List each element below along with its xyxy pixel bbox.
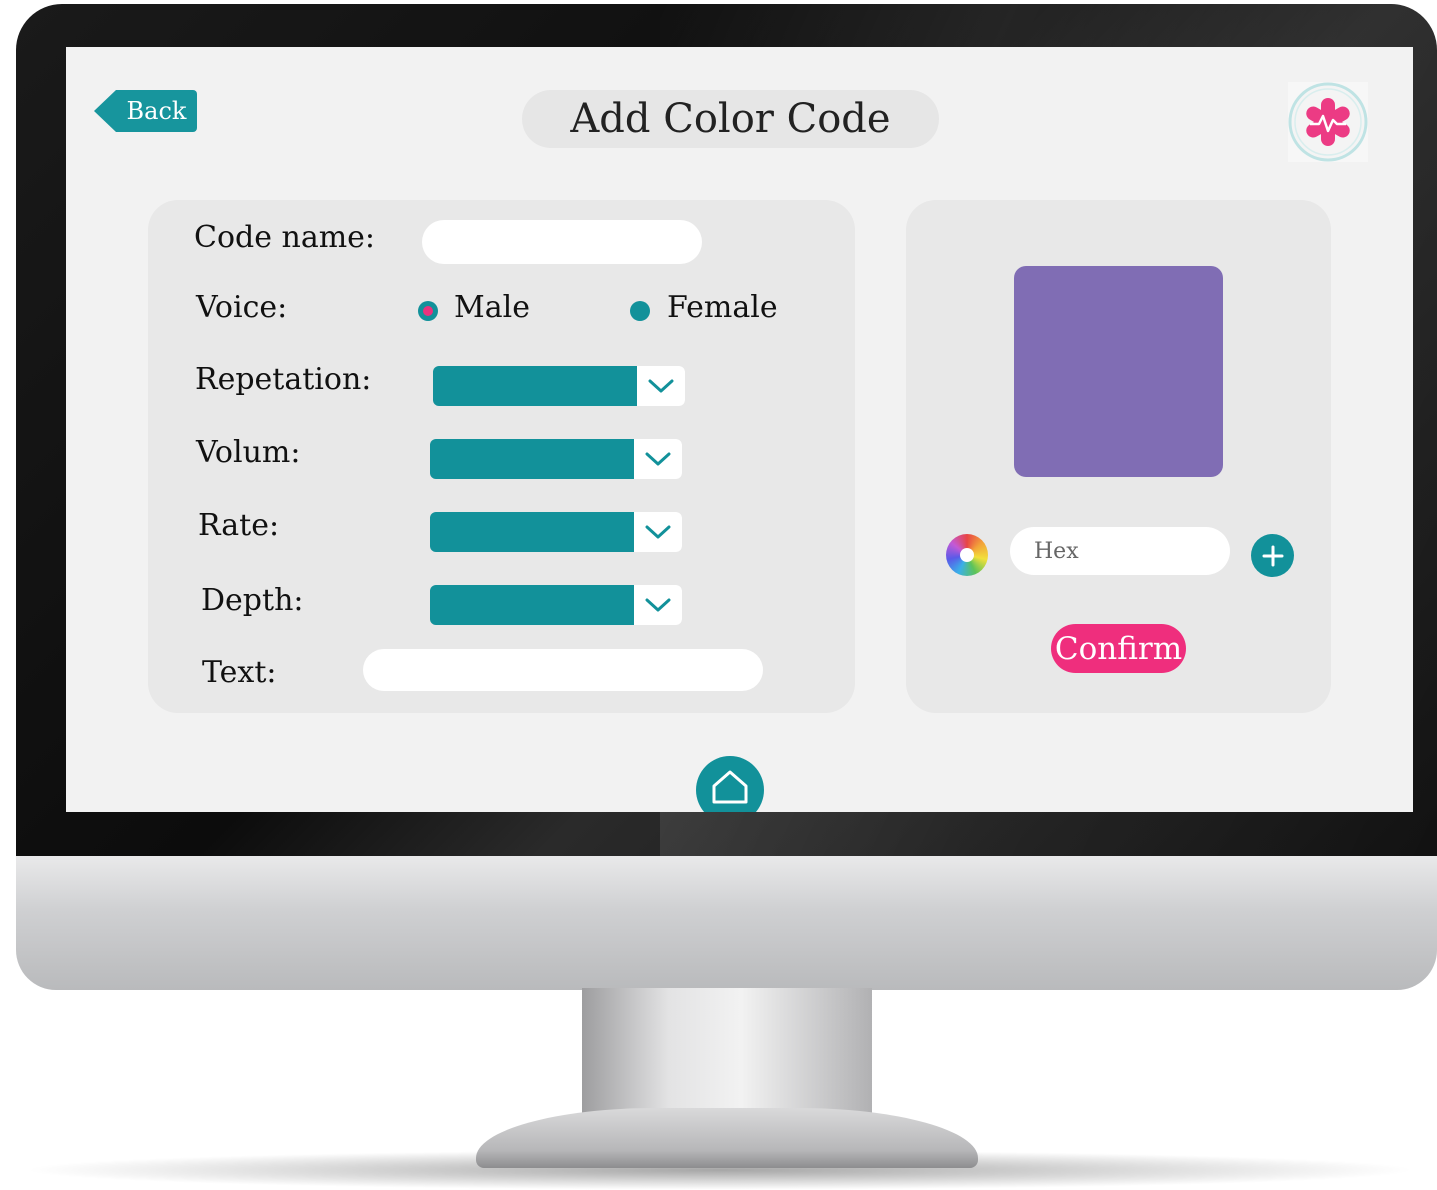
repetition-dropdown[interactable] [433,366,685,406]
voice-female-label: Female [667,290,778,325]
home-icon [712,770,748,804]
dropdown-value [433,366,637,406]
depth-dropdown[interactable] [430,585,682,625]
dropdown-value [430,585,634,625]
text-label: Text: [202,655,277,690]
add-color-button[interactable] [1251,534,1294,577]
app-screen: Back Add Color Code Code name: Voice: Ma… [66,47,1413,812]
home-button[interactable] [696,756,764,812]
volume-dropdown[interactable] [430,439,682,479]
hex-input[interactable] [1010,527,1230,575]
color-picker-card: Confirm [906,200,1331,713]
confirm-button[interactable]: Confirm [1051,624,1186,673]
monitor-stand-neck [582,988,872,1118]
color-preview-swatch [1014,266,1223,477]
chevron-down-icon[interactable] [634,439,682,479]
code-name-input[interactable] [422,220,702,264]
back-button[interactable]: Back [94,90,197,132]
plus-icon [1262,545,1283,566]
rate-label: Rate: [198,508,280,543]
rate-dropdown[interactable] [430,512,682,552]
voice-settings-card: Code name: Voice: Male Female Repetation… [148,200,855,713]
page-title: Add Color Code [522,90,939,148]
dropdown-value [430,439,634,479]
voice-female-radio[interactable] [630,301,650,321]
voice-label: Voice: [196,290,288,325]
depth-label: Depth: [201,583,304,618]
monitor-stand-foot [476,1108,978,1168]
repetition-label: Repetation: [195,362,372,397]
dropdown-value [430,512,634,552]
voice-male-radio[interactable] [418,301,438,321]
text-input[interactable] [363,649,763,691]
chevron-down-icon[interactable] [634,512,682,552]
monitor-chin [16,856,1437,990]
chevron-down-icon[interactable] [634,585,682,625]
medical-star-heartbeat-icon [1288,82,1368,162]
chevron-down-icon[interactable] [637,366,685,406]
color-wheel-icon[interactable] [946,534,988,576]
voice-male-label: Male [454,290,530,325]
back-arrow-tip [94,90,116,132]
volume-label: Volum: [196,435,301,470]
code-name-label: Code name: [194,220,376,255]
back-button-label: Back [116,90,197,132]
